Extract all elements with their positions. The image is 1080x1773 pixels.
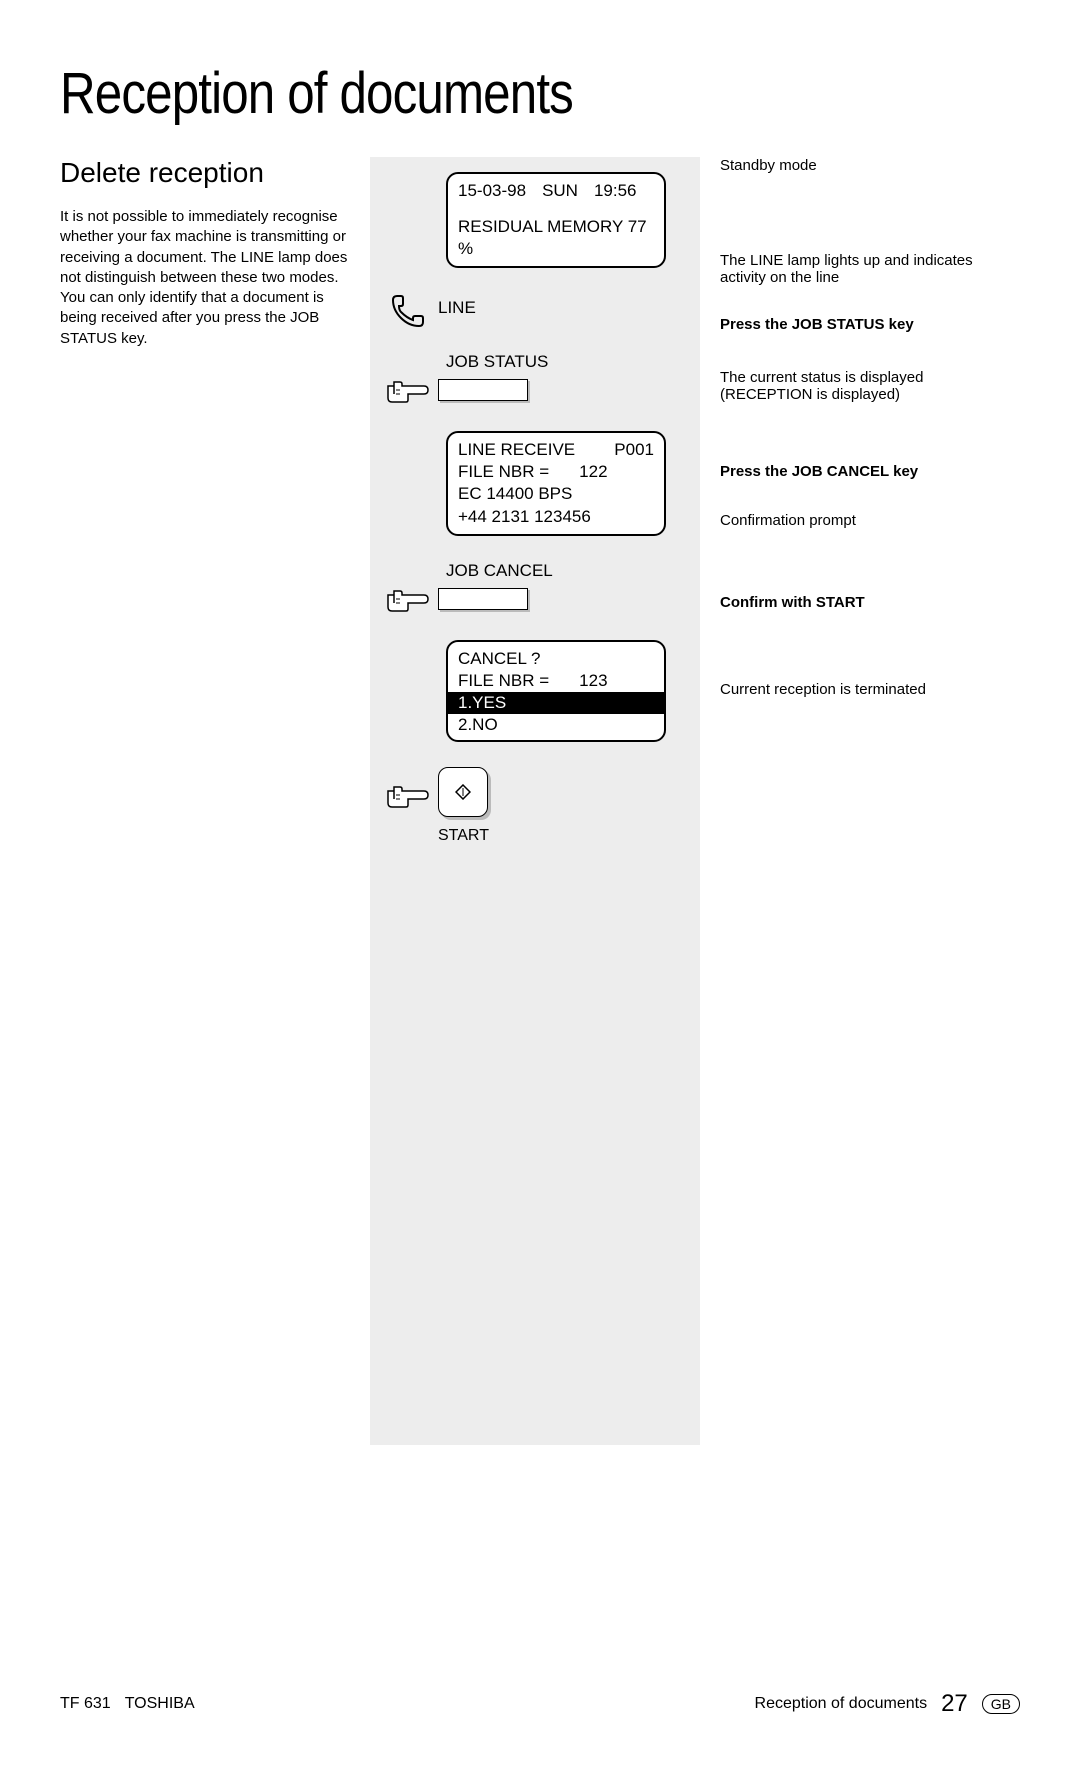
footer-brand: TOSHIBA (125, 1695, 195, 1713)
left-column: Delete reception It is not possible to i… (60, 157, 370, 1445)
lcd-file-nbr-label: FILE NBR = (458, 461, 549, 483)
job-status-key (438, 379, 528, 401)
lcd-cancel-file-label: FILE NBR = (458, 670, 549, 692)
lcd-cancel-file-value: 123 (579, 670, 607, 692)
job-status-label: JOB STATUS (446, 352, 692, 372)
cancel-lcd: CANCEL ? FILE NBR = 123 1.YES 2.NO (446, 640, 666, 742)
lcd-cancel-q: CANCEL ? (458, 648, 654, 670)
start-label: START (438, 827, 489, 845)
note-job-cancel: Press the JOB CANCEL key (720, 463, 1000, 480)
status-lcd: LINE RECEIVE P001 FILE NBR = 122 EC 1440… (446, 431, 666, 535)
note-current-status-2: (RECEPTION is displayed) (720, 386, 1000, 403)
note-terminated: Current reception is terminated (720, 681, 1000, 698)
lcd-bps: EC 14400 BPS (458, 483, 654, 505)
diamond-icon (455, 784, 471, 800)
pointing-hand-icon (386, 781, 430, 811)
note-current-status: The current status is displayed (RECEPTI… (720, 369, 1000, 403)
lcd-memory: RESIDUAL MEMORY 77 % (458, 216, 654, 260)
lcd-time: 19:56 (594, 180, 637, 202)
line-label: LINE (438, 298, 476, 317)
lcd-phone: +44 2131 123456 (458, 506, 654, 528)
lcd-date: 15-03-98 (458, 180, 526, 202)
right-column: Standby mode The LINE lamp lights up and… (700, 157, 1000, 1445)
note-current-status-1: The current status is displayed (720, 369, 1000, 386)
note-confirm-prompt: Confirmation prompt (720, 512, 1000, 529)
footer-section: Reception of documents (755, 1695, 928, 1713)
start-key (438, 767, 488, 817)
note-job-status: Press the JOB STATUS key (720, 316, 1000, 333)
pointing-hand-icon (386, 376, 430, 406)
lcd-day: SUN (542, 180, 578, 202)
middle-column: 15-03-98 SUN 19:56 RESIDUAL MEMORY 77 % … (370, 157, 700, 1445)
phone-icon (387, 290, 429, 332)
section-heading: Delete reception (60, 157, 350, 189)
pointing-hand-icon (386, 585, 430, 615)
footer-model: TF 631 (60, 1695, 111, 1713)
lcd-option-yes: 1.YES (448, 692, 664, 714)
standby-lcd: 15-03-98 SUN 19:56 RESIDUAL MEMORY 77 % (446, 172, 666, 268)
page-footer: TF 631 TOSHIBA Reception of documents 27… (60, 1690, 1020, 1718)
footer-page-number: 27 (941, 1690, 968, 1718)
note-confirm-start: Confirm with START (720, 594, 1000, 611)
lcd-file-nbr-value: 122 (579, 461, 607, 483)
section-body: It is not possible to immediately recogn… (60, 207, 350, 349)
lcd-option-no: 2.NO (458, 714, 654, 736)
note-standby: Standby mode (720, 157, 1000, 174)
lcd-line-receive: LINE RECEIVE (458, 439, 575, 461)
job-cancel-label: JOB CANCEL (446, 561, 692, 581)
lcd-p001: P001 (614, 439, 654, 461)
job-cancel-key (438, 588, 528, 610)
page-title: Reception of documents (60, 60, 876, 127)
footer-lang-badge: GB (982, 1694, 1020, 1714)
note-line: The LINE lamp lights up and indicates ac… (720, 252, 1000, 286)
